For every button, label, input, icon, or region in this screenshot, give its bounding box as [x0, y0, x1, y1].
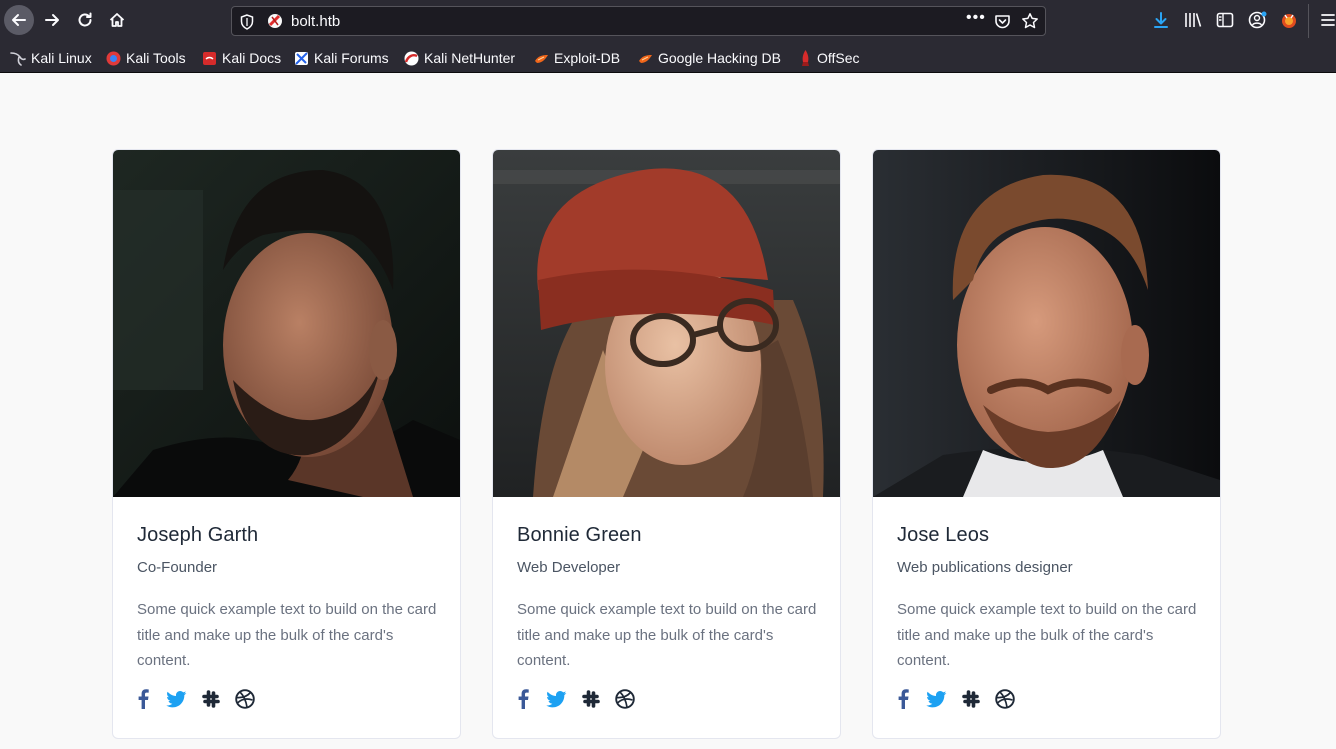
bookmark-label: Kali NetHunter — [424, 50, 516, 66]
dribbble-icon — [995, 689, 1015, 709]
twitter-icon — [925, 690, 946, 707]
toolbar-separator — [1308, 4, 1309, 38]
exploit-db-icon — [535, 54, 548, 63]
reload-button[interactable] — [70, 5, 100, 35]
bookmark-kali-tools[interactable]: Kali Tools — [106, 48, 186, 68]
hamburger-menu-icon[interactable] — [1320, 11, 1336, 29]
bookmark-label: Kali Forums — [314, 50, 389, 66]
member-role: Co-Founder — [137, 559, 218, 576]
sidebar-icon[interactable] — [1216, 11, 1234, 29]
dribbble-icon — [235, 689, 255, 709]
site-favicon-icon — [268, 14, 282, 28]
pocket-icon[interactable] — [994, 13, 1011, 30]
kali-dragon-icon — [10, 52, 26, 66]
facebook-link[interactable] — [137, 688, 149, 710]
bookmark-offsec[interactable]: OffSec — [799, 48, 860, 68]
profile-photo — [873, 150, 1220, 497]
profile-photo — [113, 150, 460, 497]
url-text[interactable]: bolt.htb — [291, 13, 340, 30]
dribbble-link[interactable] — [995, 688, 1015, 710]
kali-forums-icon — [295, 51, 308, 65]
dribbble-icon — [615, 689, 635, 709]
slack-link[interactable] — [581, 688, 601, 710]
member-name: Joseph Garth — [137, 524, 259, 546]
member-name: Bonnie Green — [517, 524, 642, 546]
slack-link[interactable] — [961, 688, 981, 710]
bookmark-kali-nethunter[interactable]: Kali NetHunter — [404, 48, 515, 68]
bookmark-label: Kali Docs — [222, 50, 282, 66]
member-description: Some quick example text to build on the … — [137, 601, 437, 669]
slack-icon — [582, 690, 600, 708]
member-name: Jose Leos — [897, 524, 990, 546]
reload-icon — [78, 12, 92, 27]
team-card: Bonnie Green Web Developer Some quick ex… — [492, 149, 841, 739]
google-hacking-db-icon — [639, 54, 652, 63]
bookmark-label: Google Hacking DB — [658, 50, 781, 66]
bookmark-label: OffSec — [817, 50, 860, 66]
home-icon — [109, 13, 125, 27]
slack-icon — [202, 690, 220, 708]
facebook-link[interactable] — [897, 688, 909, 710]
arrow-right-icon — [45, 14, 59, 26]
bookmark-kali-docs[interactable]: Kali Docs — [202, 48, 281, 68]
bookmark-label: Exploit-DB — [554, 50, 621, 66]
home-button[interactable] — [102, 5, 132, 35]
bookmark-kali-forums[interactable]: Kali Forums — [294, 48, 389, 68]
offsec-icon — [802, 49, 809, 66]
kali-tools-icon — [106, 51, 121, 65]
bookmark-exploit-db[interactable]: Exploit-DB — [534, 48, 620, 68]
back-button[interactable] — [4, 5, 34, 35]
kali-docs-icon — [203, 51, 216, 65]
dribbble-link[interactable] — [615, 688, 635, 710]
facebook-icon — [518, 689, 529, 709]
twitter-link[interactable] — [165, 688, 187, 710]
forward-button[interactable] — [37, 5, 67, 35]
extension-icon[interactable] — [1280, 11, 1298, 29]
arrow-left-icon — [12, 14, 26, 26]
twitter-link[interactable] — [545, 688, 567, 710]
bookmark-star-icon[interactable] — [1021, 12, 1039, 30]
twitter-link[interactable] — [925, 688, 947, 710]
slack-icon — [962, 690, 980, 708]
url-bar[interactable]: bolt.htb ••• — [231, 6, 1046, 36]
page-actions-menu-icon[interactable]: ••• — [966, 9, 986, 27]
browser-toolbar: bolt.htb ••• — [0, 0, 1336, 42]
library-icon[interactable] — [1184, 11, 1203, 29]
member-description: Some quick example text to build on the … — [897, 601, 1197, 669]
kali-nethunter-icon — [404, 51, 419, 65]
facebook-icon — [898, 689, 909, 709]
profile-photo — [493, 150, 840, 497]
bookmark-label: Kali Linux — [31, 50, 92, 66]
dribbble-link[interactable] — [235, 688, 255, 710]
account-icon[interactable] — [1248, 11, 1268, 29]
team-card: Jose Leos Web publications designer Some… — [872, 149, 1221, 739]
slack-link[interactable] — [201, 688, 221, 710]
member-description: Some quick example text to build on the … — [517, 601, 817, 669]
downloads-icon[interactable] — [1152, 11, 1170, 29]
shield-icon[interactable] — [240, 14, 254, 30]
bookmark-google-hacking-db[interactable]: Google Hacking DB — [638, 48, 781, 68]
bookmark-label: Kali Tools — [126, 50, 186, 66]
bookmark-kali-linux[interactable]: Kali Linux — [10, 48, 92, 68]
bookmarks-toolbar: Kali Linux Kali Tools Kali Docs Kali For… — [0, 42, 1336, 73]
member-role: Web Developer — [517, 559, 621, 576]
facebook-icon — [138, 689, 149, 709]
twitter-icon — [545, 690, 566, 707]
team-card: Joseph Garth Co-Founder Some quick examp… — [112, 149, 461, 739]
facebook-link[interactable] — [517, 688, 529, 710]
twitter-icon — [165, 690, 186, 707]
member-role: Web publications designer — [897, 559, 1073, 576]
